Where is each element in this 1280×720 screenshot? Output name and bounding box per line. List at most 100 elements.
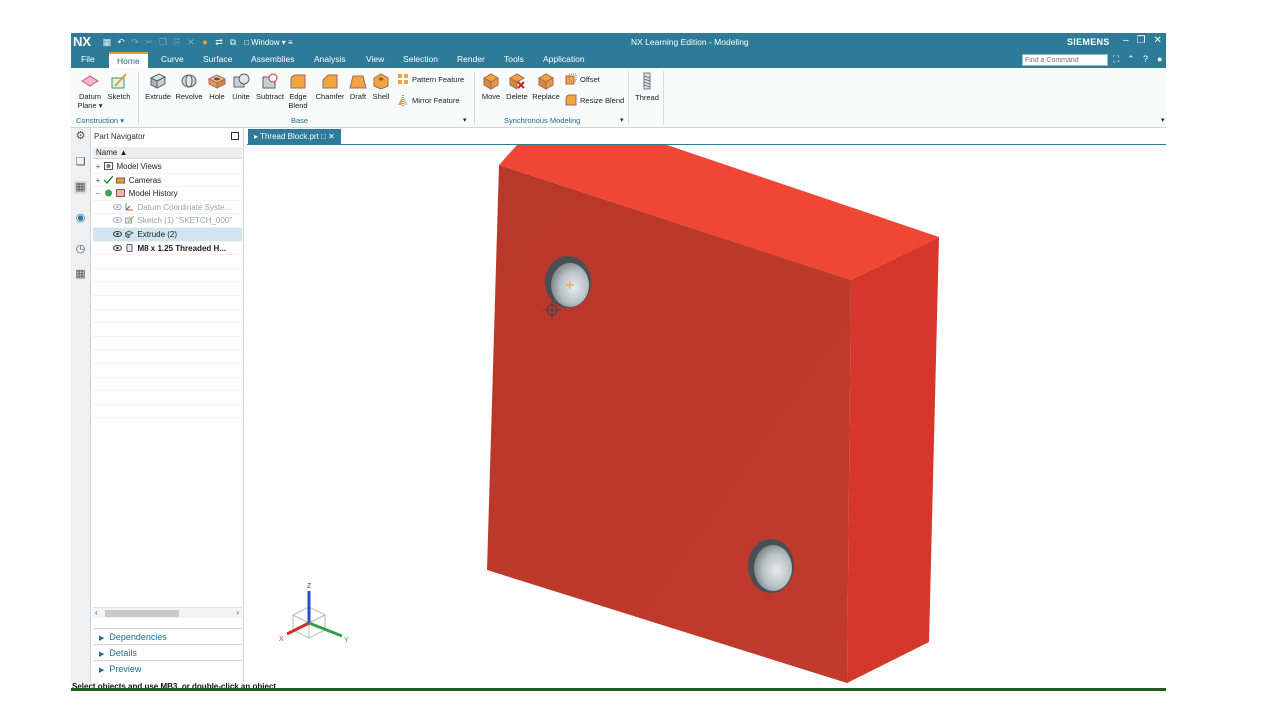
touch-mode-icon[interactable]: ⇄ (214, 37, 224, 47)
scroll-left-icon[interactable]: ‹ (95, 608, 98, 617)
tab-application[interactable]: Application (543, 54, 585, 64)
delete-icon[interactable]: ✕ (186, 37, 196, 47)
pattern-feature-button[interactable]: Pattern Feature (397, 73, 464, 85)
repeat-command-icon[interactable]: ● (200, 37, 210, 47)
offset-icon (565, 73, 577, 85)
dependencies-panel[interactable]: ▶ Dependencies (93, 628, 242, 644)
sync-group-dropdown-icon[interactable]: ▾ (620, 116, 624, 124)
tree-node-sketch[interactable]: Sketch (1) "SKETCH_000" (93, 214, 242, 228)
shell-button[interactable]: Shell (370, 72, 392, 101)
pin-icon[interactable]: □ (321, 132, 326, 141)
base-group-dropdown-icon[interactable]: ▾ (463, 116, 467, 124)
tab-assemblies[interactable]: Assemblies (251, 54, 294, 64)
mirror-feature-button[interactable]: Mirror Feature (397, 94, 460, 106)
draft-button[interactable]: Draft (347, 72, 369, 101)
tree-node-model-history[interactable]: − Model History (93, 187, 242, 201)
full-screen-icon[interactable]: ⛶ (1113, 54, 1119, 65)
expand-icon[interactable]: + (94, 174, 102, 187)
tab-render[interactable]: Render (457, 54, 485, 64)
tab-tools[interactable]: Tools (504, 54, 524, 64)
thread-button[interactable]: Thread (633, 72, 661, 102)
synchronous-modeling-group-label: Synchronous Modeling (504, 116, 581, 125)
tab-view[interactable]: View (366, 54, 384, 64)
assembly-navigator-icon[interactable]: ❏ (74, 156, 87, 169)
switch-window-icon[interactable]: ⧉ (228, 37, 238, 47)
history-icon[interactable]: ◷ (74, 243, 87, 256)
restore-icon[interactable]: ❐ (1137, 35, 1146, 46)
search-icon[interactable]: ⚲ (1097, 54, 1104, 65)
datum-plane-button[interactable]: Datum Plane ▾ (76, 72, 104, 110)
tab-surface[interactable]: Surface (203, 54, 232, 64)
undo-icon[interactable]: ↶ (116, 37, 126, 47)
preview-panel[interactable]: ▶ Preview (93, 660, 242, 676)
subtract-button[interactable]: Subtract (254, 72, 286, 101)
view-triad[interactable]: Z X Y (279, 583, 349, 644)
expand-icon[interactable]: + (94, 160, 102, 173)
delete-face-button[interactable]: Delete (504, 72, 530, 101)
tree-node-datum-csys[interactable]: Datum Coordinate Syste... (93, 201, 242, 215)
hole-button[interactable]: Hole (206, 72, 228, 101)
cut-icon[interactable]: ✂ (144, 37, 154, 47)
web-browser-icon[interactable]: ◉ (74, 212, 87, 225)
tab-analysis[interactable]: Analysis (314, 54, 346, 64)
block-side-face[interactable] (847, 237, 939, 683)
edge-blend-button[interactable]: Edge Blend (286, 72, 310, 110)
part-navigator-icon[interactable]: ▦ (74, 181, 87, 194)
graphics-tab-thread-block[interactable]: ▸ Thread Block.prt □ ✕ (248, 129, 341, 145)
resize-blend-button[interactable]: Resize Blend (565, 94, 624, 106)
tree-node-extrude[interactable]: Extrude (2) (93, 227, 242, 242)
visibility-eye-icon[interactable] (113, 203, 122, 211)
tree-node-cameras[interactable]: + Cameras (93, 174, 242, 188)
mirror-feature-icon (398, 95, 408, 106)
visibility-eye-icon[interactable] (113, 230, 122, 238)
copy-icon[interactable]: ❐ (158, 37, 168, 47)
move-face-button[interactable]: Move (478, 72, 504, 101)
construction-group-label[interactable]: Construction ▾ (76, 116, 124, 125)
chamfer-button[interactable]: Chamfer (314, 72, 346, 101)
tab-file[interactable]: File (81, 54, 95, 64)
visibility-eye-icon[interactable] (113, 216, 122, 224)
revolve-button[interactable]: Revolve (174, 72, 204, 101)
window-controls: – ❐ ✕ (1123, 35, 1162, 46)
maximize-icon[interactable] (231, 132, 239, 140)
collapse-ribbon-icon[interactable]: ⌃ (1127, 54, 1135, 65)
move-face-icon (482, 73, 500, 90)
expand-arrow-icon: ▶ (99, 635, 105, 642)
reuse-library-icon[interactable]: ▦ (74, 268, 87, 281)
help-icon[interactable]: ? (1143, 54, 1148, 64)
unite-button[interactable]: Unite (229, 72, 253, 101)
offset-face-button[interactable]: Offset (565, 73, 600, 85)
graphics-window[interactable]: Z X Y (247, 145, 1166, 683)
details-panel[interactable]: ▶ Details (93, 644, 242, 660)
navigator-horizontal-scrollbar[interactable]: ‹ › (93, 607, 242, 618)
minimize-icon[interactable]: – (1123, 35, 1129, 46)
threaded-hole-1[interactable] (545, 256, 591, 308)
tree-node-threaded-hole[interactable]: M8 x 1.25 Threaded H... (93, 242, 242, 256)
tab-home[interactable]: Home (109, 52, 148, 68)
ribbon-options-icon[interactable]: ▾ (1161, 116, 1165, 124)
model-viewport[interactable]: Z X Y (247, 145, 1166, 683)
replace-face-button[interactable]: Replace (531, 72, 561, 101)
scrollbar-thumb[interactable] (105, 610, 179, 617)
tree-empty-row (93, 378, 242, 392)
extrude-button[interactable]: Extrude (144, 72, 172, 101)
visibility-eye-icon[interactable] (113, 244, 122, 252)
sketch-button[interactable]: Sketch (106, 72, 132, 101)
part-navigator-title: Part Navigator (94, 132, 146, 141)
tab-selection[interactable]: Selection (403, 54, 438, 64)
resource-bar-settings-icon[interactable]: ⚙ (74, 130, 87, 143)
redo-icon[interactable]: ↷ (130, 37, 140, 47)
window-menu[interactable]: □ Window ▾ ≡ (244, 38, 293, 47)
tree-node-model-views[interactable]: + Model Views (93, 160, 242, 174)
navigator-column-header[interactable]: Name ▲ (93, 147, 242, 159)
close-tab-icon[interactable]: ✕ (328, 132, 335, 141)
threaded-hole-2[interactable] (748, 539, 794, 593)
paste-icon[interactable]: ⎘ (172, 37, 182, 47)
tab-curve[interactable]: Curve (161, 54, 184, 64)
find-command-input[interactable] (1022, 54, 1108, 66)
close-icon[interactable]: ✕ (1154, 35, 1162, 46)
scroll-right-icon[interactable]: › (236, 608, 239, 617)
save-icon[interactable]: ▦ (102, 37, 112, 47)
settings-icon[interactable]: ● (1157, 54, 1162, 64)
collapse-icon[interactable]: − (94, 187, 102, 200)
